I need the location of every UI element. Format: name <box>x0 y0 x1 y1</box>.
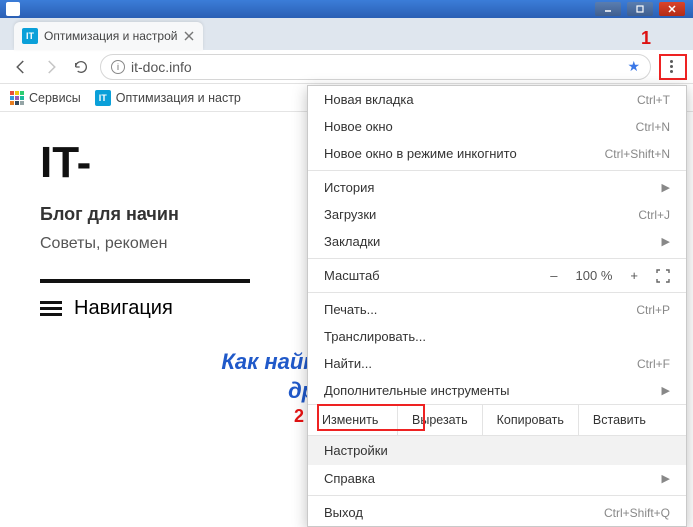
menu-label: История <box>324 180 374 195</box>
menu-more-tools[interactable]: Дополнительные инструменты ▶ <box>308 377 686 404</box>
shortcut: Ctrl+P <box>636 303 670 317</box>
menu-label: Дополнительные инструменты <box>324 383 510 398</box>
address-bar[interactable]: i it-doc.info ★ <box>100 54 651 80</box>
apps-label: Сервисы <box>29 91 81 105</box>
window-maximize-button[interactable] <box>627 2 653 16</box>
menu-label: Печать... <box>324 302 377 317</box>
window-app-icon <box>6 2 20 16</box>
shortcut: Ctrl+T <box>637 93 670 107</box>
tab-close-icon[interactable] <box>183 30 195 42</box>
menu-paste[interactable]: Вставить <box>579 405 660 435</box>
back-button[interactable] <box>10 56 32 78</box>
window-close-button[interactable] <box>659 2 685 16</box>
menu-exit[interactable]: ВыходCtrl+Shift+Q <box>308 499 686 526</box>
edit-label: Изменить <box>308 405 398 435</box>
shortcut: Ctrl+Shift+N <box>605 147 670 161</box>
menu-new-window[interactable]: Новое окно Ctrl+N <box>308 113 686 140</box>
site-info-icon[interactable]: i <box>111 60 125 74</box>
bookmark-item[interactable]: IT Оптимизация и настр <box>95 90 241 106</box>
menu-separator <box>308 495 686 496</box>
menu-label: Новая вкладка <box>324 92 414 107</box>
menu-separator <box>308 292 686 293</box>
menu-settings[interactable]: Настройки <box>308 436 686 465</box>
bookmark-favicon: IT <box>95 90 111 106</box>
chevron-right-icon: ▶ <box>662 472 670 485</box>
tab-favicon: IT <box>22 28 38 44</box>
chevron-right-icon: ▶ <box>662 235 670 248</box>
menu-label: Найти... <box>324 356 372 371</box>
menu-label: Закладки <box>324 234 380 249</box>
chrome-menu-button[interactable] <box>659 55 683 79</box>
hamburger-icon <box>40 301 62 316</box>
annotation-number-2: 2 <box>294 406 304 427</box>
menu-cast[interactable]: Транслировать... <box>308 323 686 350</box>
apps-shortcut[interactable]: Сервисы <box>10 91 81 105</box>
menu-find[interactable]: Найти... Ctrl+F <box>308 350 686 377</box>
menu-copy[interactable]: Копировать <box>483 405 579 435</box>
reload-button[interactable] <box>70 56 92 78</box>
menu-downloads[interactable]: Загрузки Ctrl+J <box>308 201 686 228</box>
menu-label: Настройки <box>324 443 388 458</box>
shortcut: Ctrl+Shift+Q <box>604 506 670 520</box>
menu-print[interactable]: Печать... Ctrl+P <box>308 296 686 323</box>
menu-new-tab[interactable]: Новая вкладка Ctrl+T <box>308 86 686 113</box>
menu-history[interactable]: История ▶ <box>308 174 686 201</box>
shortcut: Ctrl+J <box>638 208 670 222</box>
tab-title: Оптимизация и настрой <box>44 29 177 43</box>
bookmark-label: Оптимизация и настр <box>116 91 241 105</box>
url-text: it-doc.info <box>131 59 192 75</box>
menu-zoom-row: Масштаб – 100 % + <box>308 262 686 289</box>
annotation-number-1: 1 <box>641 28 651 49</box>
chevron-right-icon: ▶ <box>662 384 670 397</box>
menu-label: Транслировать... <box>324 329 426 344</box>
tab-strip: IT Оптимизация и настрой <box>0 18 693 50</box>
window-title-bar <box>0 0 693 18</box>
zoom-in-button[interactable]: + <box>630 268 638 283</box>
shortcut: Ctrl+N <box>636 120 670 134</box>
forward-button[interactable] <box>40 56 62 78</box>
chrome-menu: Новая вкладка Ctrl+T Новое окно Ctrl+N Нов… <box>307 85 687 527</box>
menu-incognito[interactable]: Новое окно в режиме инкогнито Ctrl+Shift+… <box>308 140 686 167</box>
window-minimize-button[interactable] <box>595 2 621 16</box>
menu-cut[interactable]: Вырезать <box>398 405 483 435</box>
zoom-value: 100 % <box>576 268 613 283</box>
menu-label: Новое окно в режиме инкогнито <box>324 146 517 161</box>
zoom-out-button[interactable]: – <box>550 268 557 283</box>
zoom-label: Масштаб <box>324 268 380 283</box>
menu-separator <box>308 170 686 171</box>
menu-label: Новое окно <box>324 119 393 134</box>
chevron-right-icon: ▶ <box>662 181 670 194</box>
menu-bookmarks[interactable]: Закладки ▶ <box>308 228 686 255</box>
menu-help[interactable]: Справка ▶ <box>308 465 686 492</box>
menu-edit-row: Изменить Вырезать Копировать Вставить <box>308 404 686 436</box>
menu-label: Справка <box>324 471 375 486</box>
divider <box>40 279 250 283</box>
shortcut: Ctrl+F <box>637 357 670 371</box>
apps-icon <box>10 91 24 105</box>
browser-tab[interactable]: IT Оптимизация и настрой <box>14 22 203 50</box>
bookmark-star-icon[interactable]: ★ <box>627 58 640 75</box>
fullscreen-icon[interactable] <box>656 269 670 283</box>
menu-label: Загрузки <box>324 207 376 222</box>
toolbar: i it-doc.info ★ <box>0 50 693 84</box>
nav-label: Навигация <box>74 297 173 320</box>
menu-separator <box>308 258 686 259</box>
